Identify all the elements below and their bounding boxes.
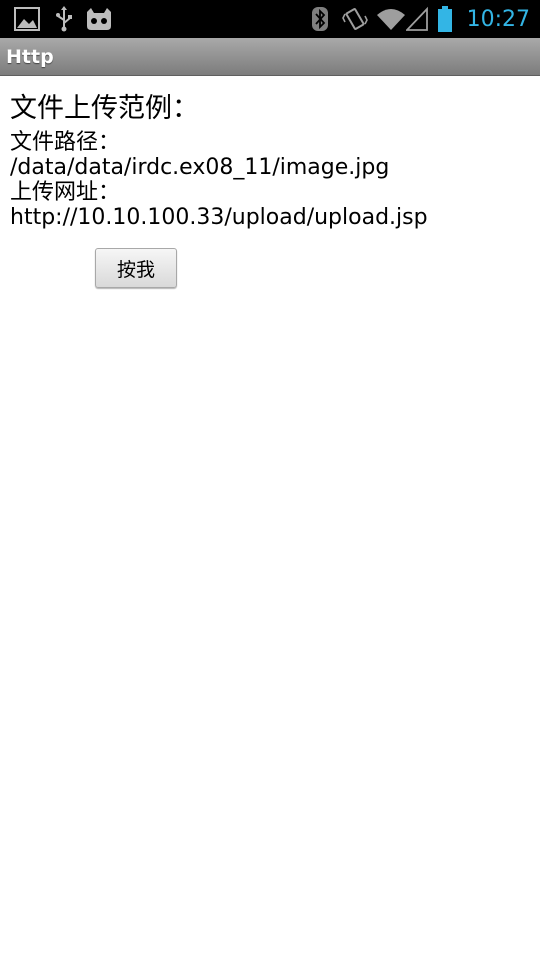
wifi-icon	[376, 0, 406, 38]
vibrate-icon	[342, 0, 368, 38]
upload-url-label: 上传网址：	[10, 180, 121, 205]
bluetooth-icon	[309, 0, 331, 38]
press-me-button[interactable]: 按我	[95, 248, 177, 288]
main-content: 文件上传范例： 文件路径： /data/data/irdc.ex08_11/im…	[10, 88, 530, 230]
cyanogen-mascot-icon	[84, 0, 114, 38]
page-heading: 文件上传范例：	[10, 93, 199, 124]
status-bar: 10:27	[0, 0, 540, 38]
usb-icon	[53, 0, 75, 38]
image-icon	[14, 0, 40, 38]
file-path-value: /data/data/irdc.ex08_11/image.jpg	[10, 155, 390, 180]
file-path-label: 文件路径：	[10, 130, 121, 155]
battery-icon	[436, 0, 454, 38]
app-title: Http	[6, 46, 54, 68]
status-time: 10:27	[466, 7, 530, 32]
upload-url-value: http://10.10.100.33/upload/upload.jsp	[10, 205, 428, 230]
title-bar: Http	[0, 38, 540, 76]
signal-icon	[406, 0, 428, 38]
